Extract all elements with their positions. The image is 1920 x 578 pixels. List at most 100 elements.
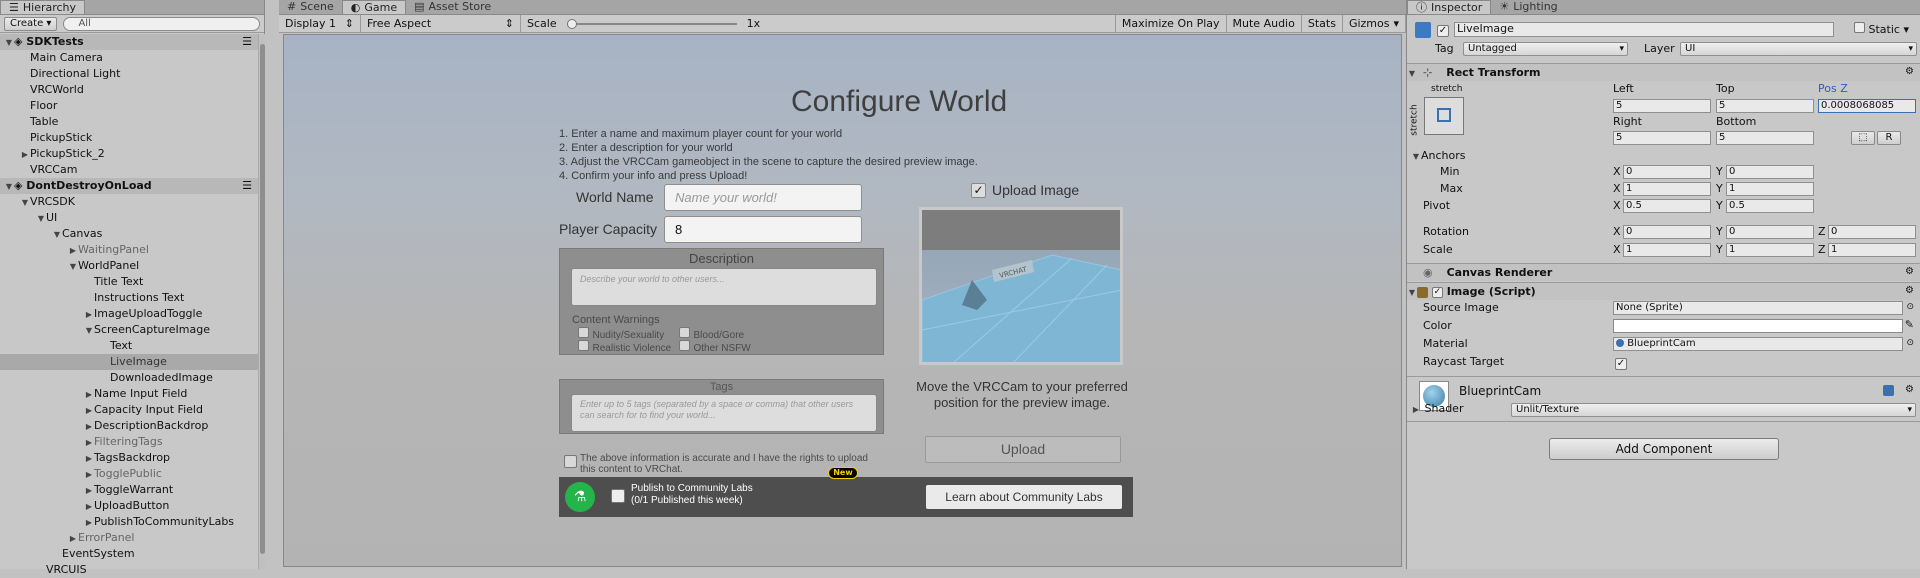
upload-button[interactable]: Upload bbox=[925, 436, 1121, 463]
anchors-foldout[interactable]: ▼ Anchors bbox=[1411, 148, 1466, 164]
collapsed-arrow-icon[interactable]: ▶ bbox=[84, 307, 94, 323]
blueprint-mode-button[interactable]: ⬚ bbox=[1851, 131, 1875, 145]
rights-toggle[interactable] bbox=[564, 455, 577, 471]
hierarchy-item[interactable]: VRCUIS bbox=[0, 562, 258, 578]
eyedropper-icon[interactable]: ✎ bbox=[1905, 318, 1914, 331]
hierarchy-item[interactable]: LiveImage bbox=[0, 354, 258, 370]
hierarchy-item[interactable]: Table bbox=[0, 114, 258, 130]
tab-asset-store[interactable]: ▤ Asset Store bbox=[406, 0, 499, 14]
hierarchy-item[interactable]: ▼ UI bbox=[0, 210, 258, 226]
hierarchy-item[interactable]: ▶ DescriptionBackdrop bbox=[0, 418, 258, 434]
collapsed-arrow-icon[interactable]: ▶ bbox=[20, 147, 30, 163]
gear-icon[interactable]: ⚙ bbox=[1905, 285, 1914, 296]
warning-nsfw[interactable]: Other NSFW bbox=[679, 340, 751, 354]
checkmark-icon[interactable]: ✓ bbox=[971, 182, 986, 198]
warning-nudity[interactable]: Nudity/Sexuality bbox=[578, 327, 664, 341]
collapsed-arrow-icon[interactable]: ▶ bbox=[84, 451, 94, 467]
checkbox[interactable] bbox=[1854, 22, 1865, 33]
collapsed-arrow-icon[interactable]: ▶ bbox=[84, 467, 94, 483]
hierarchy-item[interactable]: Title Text bbox=[0, 274, 258, 290]
hierarchy-item[interactable]: Directional Light bbox=[0, 66, 258, 82]
tab-scene[interactable]: # Scene bbox=[279, 0, 342, 14]
anchor-max-y-field[interactable]: 1 bbox=[1726, 182, 1814, 196]
expanded-arrow-icon[interactable]: ▼ bbox=[68, 259, 78, 275]
object-name-field[interactable]: LiveImage bbox=[1454, 22, 1834, 37]
pivot-x-field[interactable]: 0.5 bbox=[1623, 199, 1711, 213]
collapsed-arrow-icon[interactable]: ▶ bbox=[84, 515, 94, 531]
scale-x-field[interactable]: 1 bbox=[1623, 243, 1711, 257]
learn-community-labs-button[interactable]: Learn about Community Labs bbox=[926, 485, 1122, 509]
scale-y-field[interactable]: 1 bbox=[1726, 243, 1814, 257]
display-dropdown[interactable]: Display 1 ⇕ bbox=[279, 14, 361, 33]
help-icon[interactable] bbox=[1883, 385, 1894, 396]
rotation-y-field[interactable]: 0 bbox=[1726, 225, 1814, 239]
active-toggle[interactable]: ✓ bbox=[1437, 23, 1449, 37]
maximize-on-play-toggle[interactable]: Maximize On Play bbox=[1114, 14, 1227, 33]
hierarchy-item[interactable]: VRCWorld bbox=[0, 82, 258, 98]
hierarchy-item[interactable]: ▶ UploadButton bbox=[0, 498, 258, 514]
gizmos-dropdown[interactable]: Gizmos ▾ bbox=[1343, 14, 1406, 33]
color-field[interactable] bbox=[1613, 319, 1903, 333]
shader-dropdown[interactable]: Unlit/Texture bbox=[1511, 403, 1916, 417]
publish-toggle[interactable] bbox=[611, 489, 625, 506]
hierarchy-item[interactable]: ▶ TagsBackdrop bbox=[0, 450, 258, 466]
player-capacity-input[interactable]: 8 bbox=[664, 216, 862, 243]
tag-dropdown[interactable]: Untagged bbox=[1463, 42, 1628, 56]
raw-edit-button[interactable]: R bbox=[1877, 131, 1901, 145]
checkbox[interactable] bbox=[679, 327, 690, 338]
layer-dropdown[interactable]: UI bbox=[1680, 42, 1917, 56]
hierarchy-item[interactable]: ▶ Name Input Field bbox=[0, 386, 258, 402]
collapsed-arrow-icon[interactable]: ▶ bbox=[68, 531, 78, 547]
object-picker-icon[interactable]: ⊙ bbox=[1906, 338, 1914, 348]
hierarchy-item[interactable]: ▶ Capacity Input Field bbox=[0, 402, 258, 418]
tab-hierarchy[interactable]: ☰ Hierarchy bbox=[0, 0, 86, 14]
hierarchy-item[interactable]: DownloadedImage bbox=[0, 370, 258, 386]
rotation-z-field[interactable]: 0 bbox=[1828, 225, 1916, 239]
checkbox[interactable] bbox=[578, 327, 589, 338]
collapsed-arrow-icon[interactable]: ▶ bbox=[68, 243, 78, 259]
image-script-header[interactable]: ▼ ✓ Image (Script) bbox=[1407, 282, 1920, 300]
description-input[interactable]: Describe your world to other users... bbox=[571, 268, 877, 306]
hierarchy-item[interactable]: Instructions Text bbox=[0, 290, 258, 306]
expanded-arrow-icon[interactable]: ▼ bbox=[36, 211, 46, 227]
stats-toggle[interactable]: Stats bbox=[1302, 14, 1343, 33]
scale-slider[interactable] bbox=[566, 18, 737, 29]
mute-audio-toggle[interactable]: Mute Audio bbox=[1227, 14, 1302, 33]
checkbox[interactable] bbox=[564, 455, 577, 468]
world-name-input[interactable]: Name your world! bbox=[664, 184, 862, 211]
collapsed-arrow-icon[interactable]: ▶ bbox=[84, 499, 94, 515]
hierarchy-item[interactable]: ▼ VRCSDK bbox=[0, 194, 258, 210]
right-field[interactable]: 5 bbox=[1613, 131, 1711, 145]
expanded-arrow-icon[interactable]: ▼ bbox=[52, 227, 62, 243]
collapsed-arrow-icon[interactable]: ▶ bbox=[84, 403, 94, 419]
warning-blood[interactable]: Blood/Gore bbox=[679, 327, 744, 341]
canvas-renderer-header[interactable]: ◉ Canvas Renderer bbox=[1407, 263, 1920, 281]
hierarchy-item[interactable]: ▼ ◈ SDKTests ☰ bbox=[0, 34, 258, 50]
material-field[interactable]: BlueprintCam bbox=[1613, 337, 1903, 351]
anchor-preset-button[interactable] bbox=[1424, 97, 1464, 135]
hierarchy-item[interactable]: ▶ TogglePublic bbox=[0, 466, 258, 482]
hierarchy-item[interactable]: ▶ PublishToCommunityLabs bbox=[0, 514, 258, 530]
expanded-arrow-icon[interactable]: ▼ bbox=[84, 323, 94, 339]
object-picker-icon[interactable]: ⊙ bbox=[1906, 302, 1914, 312]
scale-slider-handle[interactable] bbox=[566, 18, 577, 29]
collapsed-arrow-icon[interactable]: ▶ bbox=[84, 419, 94, 435]
anchor-min-x-field[interactable]: 0 bbox=[1623, 165, 1711, 179]
hierarchy-item[interactable]: ▶ PickupStick_2 bbox=[0, 146, 258, 162]
hierarchy-item[interactable]: ▼ ◈ DontDestroyOnLoad ☰ bbox=[0, 178, 258, 194]
collapsed-arrow-icon[interactable]: ▶ bbox=[84, 483, 94, 499]
hierarchy-item[interactable]: ▼ WorldPanel bbox=[0, 258, 258, 274]
hierarchy-item[interactable]: ▼ Canvas bbox=[0, 226, 258, 242]
warning-violence[interactable]: Realistic Violence bbox=[578, 340, 671, 354]
expanded-arrow-icon[interactable]: ▼ bbox=[4, 35, 14, 51]
enabled-checkbox[interactable]: ✓ bbox=[1431, 286, 1443, 298]
hierarchy-item[interactable]: ▶ ErrorPanel bbox=[0, 530, 258, 546]
raycast-target-toggle[interactable]: ✓ bbox=[1615, 356, 1627, 370]
menu-icon[interactable]: ☰ bbox=[242, 178, 252, 194]
hierarchy-search-input[interactable]: All bbox=[63, 16, 260, 31]
hierarchy-item[interactable]: ▶ ToggleWarrant bbox=[0, 482, 258, 498]
aspect-dropdown[interactable]: Free Aspect ⇕ bbox=[361, 14, 521, 33]
tags-input[interactable]: Enter up to 5 tags (separated by a space… bbox=[571, 394, 877, 432]
checkbox[interactable] bbox=[679, 340, 690, 351]
tab-game[interactable]: ◐ Game bbox=[341, 0, 407, 14]
